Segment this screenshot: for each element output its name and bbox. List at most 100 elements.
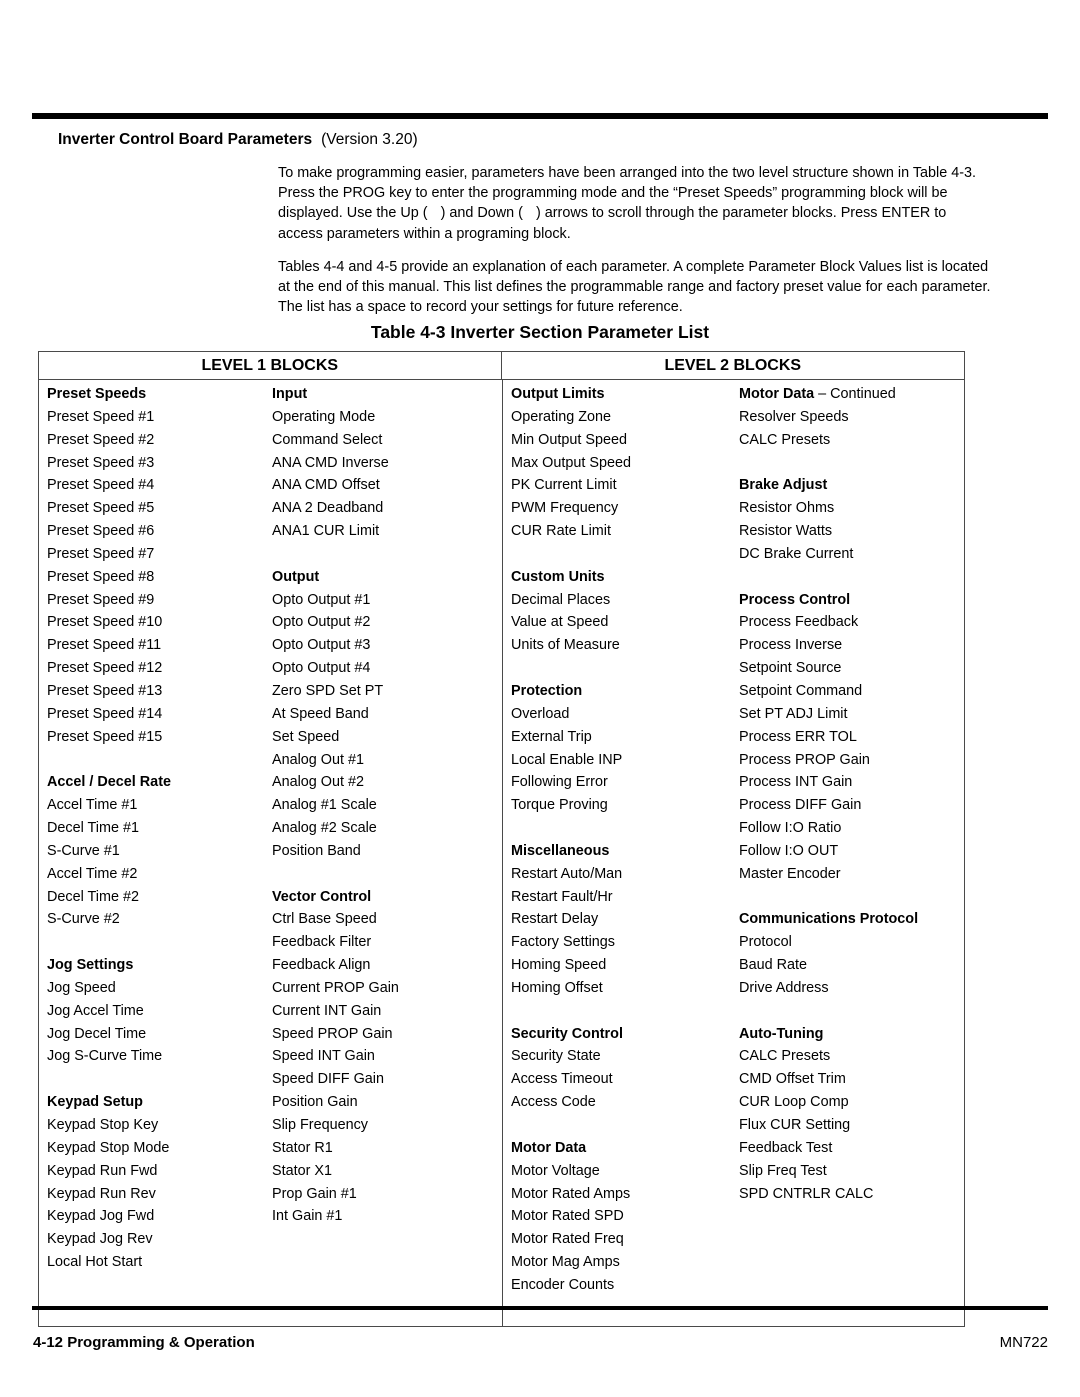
parameter-item: Restart Auto/Man: [511, 863, 739, 886]
parameter-item: Preset Speed #2: [47, 429, 272, 452]
spacer-row: [739, 566, 965, 589]
parameter-label: Custom Units: [511, 568, 605, 585]
parameter-item: Jog Accel Time: [47, 1000, 272, 1023]
parameter-item: SPD CNTRLR CALC: [739, 1183, 965, 1206]
parameter-group-heading: Custom Units: [511, 566, 739, 589]
parameter-item: Preset Speed #7: [47, 543, 272, 566]
parameter-label: Analog #2 Scale: [272, 820, 377, 837]
parameter-item: Homing Offset: [511, 977, 739, 1000]
parameter-label: Decel Time #1: [47, 820, 139, 837]
parameter-item: Motor Rated Amps: [511, 1183, 739, 1206]
parameter-label: Feedback Test: [739, 1139, 833, 1156]
parameter-column-4: Motor Data – Continued Resolver Speeds CAL…: [739, 380, 965, 1326]
parameter-label: Process Inverse: [739, 637, 843, 654]
parameter-label: Resistor Watts: [739, 523, 833, 540]
parameter-item: Command Select: [272, 429, 502, 452]
parameter-label: Output Limits: [511, 386, 605, 402]
parameter-label: Jog Speed: [47, 979, 116, 996]
parameter-item: Access Timeout: [511, 1068, 739, 1091]
parameter-label: Value at Speed: [511, 614, 609, 631]
parameter-item: Current INT Gain: [272, 1000, 502, 1023]
parameter-label: Operating Zone: [511, 408, 611, 425]
parameter-item: Preset Speed #14: [47, 703, 272, 726]
parameter-item: Follow I:O Ratio: [739, 817, 965, 840]
parameter-label: Preset Speed #8: [47, 568, 155, 585]
parameter-group-heading: Miscellaneous: [511, 840, 739, 863]
parameter-item: Opto Output #1: [272, 589, 502, 612]
parameter-label: Set PT ADJ Limit: [739, 705, 848, 722]
parameter-group-heading: Jog Settings: [47, 954, 272, 977]
parameter-label: Follow I:O OUT: [739, 842, 839, 859]
parameter-item: PK Current Limit: [511, 474, 739, 497]
parameter-label: Opto Output #3: [272, 637, 371, 654]
parameter-label: Max Output Speed: [511, 454, 631, 471]
parameter-label: Preset Speed #15: [47, 728, 163, 745]
parameter-label: Analog #1 Scale: [272, 797, 377, 814]
parameter-item: Jog Decel Time: [47, 1023, 272, 1046]
parameter-label: Homing Offset: [511, 979, 603, 996]
footer-rule: [32, 1306, 1048, 1310]
parameter-label: Preset Speed #5: [47, 500, 155, 517]
parameter-item: Process ERR TOL: [739, 726, 965, 749]
parameter-label: Keypad Run Rev: [47, 1185, 156, 1202]
parameter-item: Setpoint Source: [739, 657, 965, 680]
parameter-label: Preset Speed #12: [47, 660, 163, 677]
parameter-item: Process Feedback: [739, 611, 965, 634]
parameter-label: Encoder Counts: [511, 1276, 615, 1293]
parameter-item: Feedback Filter: [272, 931, 502, 954]
parameter-label: Motor Data: [511, 1139, 587, 1156]
footer-section-name: Programming & Operation: [67, 1334, 255, 1351]
parameter-item: DC Brake Current: [739, 543, 965, 566]
parameter-item: Accel Time #2: [47, 863, 272, 886]
parameter-item: CUR Rate Limit: [511, 520, 739, 543]
parameter-label: Resolver Speeds: [739, 408, 849, 425]
parameter-label: Speed INT Gain: [272, 1048, 375, 1065]
parameter-item: Motor Voltage: [511, 1160, 739, 1183]
parameter-label: Miscellaneous: [511, 842, 610, 859]
parameter-label: Zero SPD Set PT: [272, 682, 384, 699]
parameter-label: Position Gain: [272, 1094, 358, 1111]
parameter-label: Stator R1: [272, 1139, 333, 1156]
parameter-label: Speed PROP Gain: [272, 1025, 393, 1042]
parameter-label: Preset Speed #11: [47, 637, 162, 654]
continued-note: – Continued: [814, 386, 896, 402]
parameter-item: Resolver Speeds: [739, 406, 965, 429]
parameter-label: Restart Auto/Man: [511, 865, 623, 882]
parameter-item: Encoder Counts: [511, 1274, 739, 1297]
spacer-row: [739, 886, 965, 909]
parameter-label: Motor Voltage: [511, 1162, 600, 1179]
parameter-label: Output: [272, 568, 320, 585]
parameter-label: Opto Output #2: [272, 614, 371, 631]
parameter-label: Int Gain #1: [272, 1208, 343, 1225]
parameter-item: Preset Speed #11: [47, 634, 272, 657]
parameter-item: Keypad Jog Rev: [47, 1228, 272, 1251]
parameter-group-heading: Security Control: [511, 1023, 739, 1046]
parameter-item: Decimal Places: [511, 589, 739, 612]
parameter-label: Brake Adjust: [739, 477, 828, 494]
parameter-label: Factory Settings: [511, 934, 615, 951]
parameter-column-1: Preset Speeds Preset Speed #1 Preset Speed…: [39, 380, 272, 1326]
parameter-label: Operating Mode: [272, 408, 376, 425]
parameter-item: Feedback Test: [739, 1137, 965, 1160]
parameter-label: Vector Control: [272, 888, 372, 905]
parameter-label: Keypad Stop Key: [47, 1117, 159, 1133]
parameter-item: ANA CMD Offset: [272, 474, 502, 497]
parameter-group-heading: Keypad Setup: [47, 1091, 272, 1114]
parameter-item: Operating Zone: [511, 406, 739, 429]
parameter-item: Int Gain #1: [272, 1205, 502, 1228]
parameter-label: Resistor Ohms: [739, 500, 835, 517]
parameter-label: Keypad Jog Fwd: [47, 1208, 155, 1225]
parameter-label: ANA1 CUR Limit: [272, 523, 380, 540]
parameter-label: Accel Time #2: [47, 865, 138, 882]
parameter-label: Keypad Stop Mode: [47, 1139, 170, 1156]
parameter-group-heading: Vector Control: [272, 886, 502, 909]
parameter-label: Keypad Jog Rev: [47, 1231, 153, 1248]
parameter-item: Speed PROP Gain: [272, 1023, 502, 1046]
parameter-label: CMD Offset Trim: [739, 1071, 846, 1088]
parameter-label: Analog Out #1: [272, 751, 365, 768]
parameter-group-heading: Process Control: [739, 589, 965, 612]
parameter-label: Keypad Setup: [47, 1094, 143, 1111]
parameter-label: Feedback Align: [272, 957, 371, 974]
parameter-label: Local Enable INP: [511, 751, 623, 768]
parameter-label: Process DIFF Gain: [739, 797, 862, 814]
